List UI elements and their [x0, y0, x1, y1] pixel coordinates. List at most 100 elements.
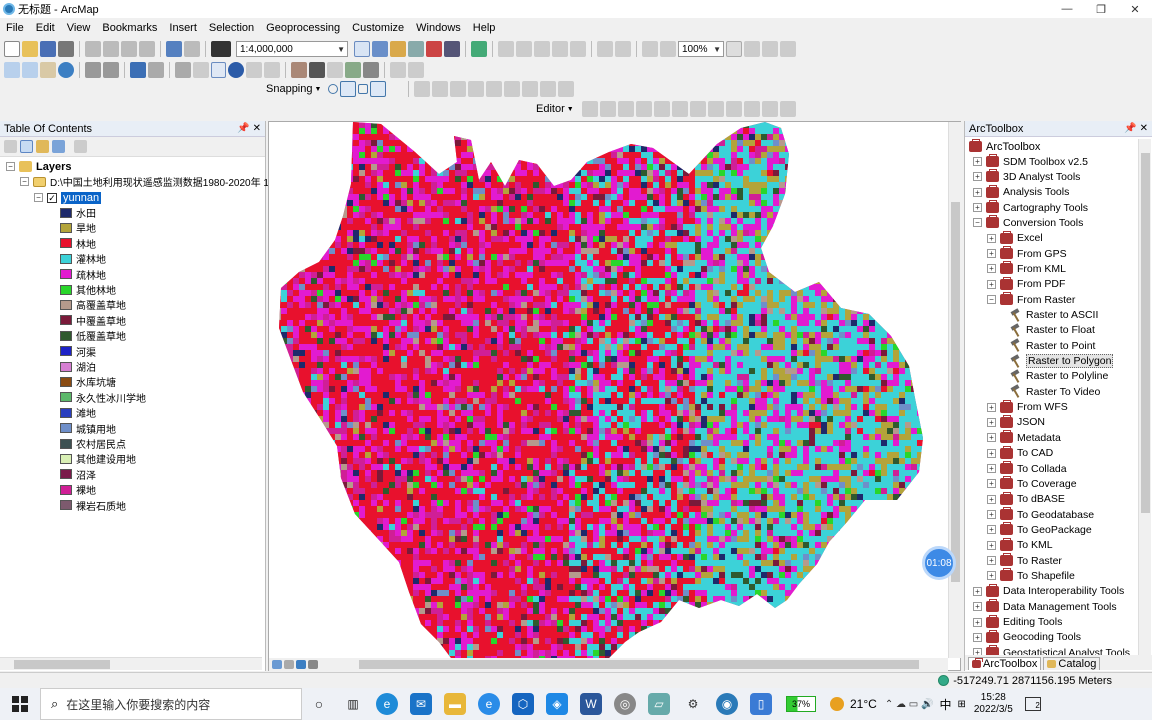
cut-icon[interactable]: [85, 41, 101, 57]
zoom-out-icon[interactable]: [21, 62, 38, 78]
model-builder-icon[interactable]: [471, 41, 487, 57]
battery-indicator[interactable]: 37%: [786, 696, 816, 712]
map-view[interactable]: 01:08: [268, 121, 961, 671]
clear-selection-icon[interactable]: [192, 62, 209, 78]
legend-swatch[interactable]: [60, 407, 72, 418]
layout-zoom-combo[interactable]: 100% ▼: [678, 41, 724, 57]
toolset-item[interactable]: − Conversion Tools: [973, 215, 1083, 230]
forward-extent-icon[interactable]: [660, 41, 676, 57]
legend-swatch[interactable]: [60, 376, 72, 387]
legend-item[interactable]: 旱地: [60, 220, 96, 235]
time-slider-icon[interactable]: [363, 62, 380, 78]
notification-center[interactable]: 2: [1024, 697, 1041, 711]
georef-icon-3[interactable]: [450, 81, 467, 97]
new-icon[interactable]: [4, 41, 20, 57]
expand-toggle[interactable]: +: [987, 448, 996, 458]
legend-item[interactable]: 农村居民点: [60, 436, 126, 451]
paste-icon[interactable]: [121, 41, 137, 57]
expand-toggle[interactable]: +: [987, 571, 996, 581]
sketch-props-icon[interactable]: [761, 101, 778, 117]
expand-toggle[interactable]: +: [987, 464, 996, 473]
legend-swatch[interactable]: [60, 423, 72, 434]
yunnan-layer[interactable]: − ✓ yunnan: [34, 190, 102, 205]
straight-segment-icon[interactable]: [617, 101, 634, 117]
toolset-item[interactable]: +3D Analyst Tools: [973, 169, 1080, 184]
menu-file[interactable]: File: [0, 22, 30, 34]
folder-node[interactable]: − D:\中国土地利用现状遥感监测数据1980-2020年 1k: [20, 174, 274, 189]
ime-icon[interactable]: ⊞: [957, 699, 965, 710]
menu-customize[interactable]: Customize: [346, 22, 410, 34]
create-viewer-icon[interactable]: [390, 62, 407, 78]
toc-close-icon[interactable]: ✕: [253, 123, 261, 134]
legend-swatch[interactable]: [60, 469, 72, 480]
tool-item[interactable]: Raster To Video: [1009, 384, 1100, 399]
legend-swatch[interactable]: [60, 330, 72, 341]
legend-item[interactable]: 低覆盖草地: [60, 328, 126, 343]
expand-toggle[interactable]: +: [987, 510, 996, 520]
georef-icon-9[interactable]: [558, 81, 575, 97]
ime-indicator[interactable]: 中: [939, 696, 951, 713]
identify-icon[interactable]: [228, 62, 245, 78]
expand-toggle[interactable]: +: [987, 479, 996, 489]
fixed-zoom-in-map-icon[interactable]: [84, 62, 101, 78]
fixed-zoom-in-icon[interactable]: [597, 41, 613, 57]
add-data-icon[interactable]: [211, 41, 231, 57]
rotate-icon[interactable]: [725, 101, 742, 117]
app2-icon[interactable]: ▱: [648, 693, 670, 715]
toc-horizontal-scrollbar[interactable]: [0, 657, 262, 670]
fixed-zoom-out-map-icon[interactable]: [102, 62, 119, 78]
edit-tool-icon[interactable]: [581, 101, 598, 117]
delete-icon[interactable]: [139, 41, 155, 57]
cortana-icon[interactable]: ○: [308, 693, 330, 715]
browser-icon[interactable]: e: [478, 693, 500, 715]
legend-item[interactable]: 裸岩石质地: [60, 498, 126, 513]
toolset-item[interactable]: − From Raster: [987, 292, 1075, 307]
expand-toggle[interactable]: −: [987, 295, 996, 305]
clock[interactable]: 15:28 2022/3/5: [974, 692, 1013, 716]
legend-swatch[interactable]: [60, 207, 72, 218]
layout-zoom-out-icon[interactable]: [516, 41, 532, 57]
end-snapping-icon[interactable]: [340, 81, 357, 97]
back-extent-icon[interactable]: [642, 41, 658, 57]
toolset-item[interactable]: + From GPS: [987, 246, 1067, 261]
legend-swatch[interactable]: [60, 392, 72, 403]
toolset-item[interactable]: + From WFS: [987, 399, 1068, 415]
tool-item[interactable]: Raster to ASCII: [1009, 308, 1098, 323]
pin-icon[interactable]: 📌: [1124, 123, 1136, 134]
go-forward-icon[interactable]: [147, 62, 164, 78]
legend-swatch[interactable]: [60, 222, 72, 233]
georef-icon-6[interactable]: [504, 81, 521, 97]
list-by-source-icon[interactable]: [20, 140, 33, 153]
attributes-icon[interactable]: [743, 101, 760, 117]
layout-view-tab-icon[interactable]: [284, 660, 294, 669]
store-icon[interactable]: ◈: [546, 693, 568, 715]
pin-icon[interactable]: 📌: [237, 123, 249, 134]
reshape-icon[interactable]: [671, 101, 688, 117]
arctoolbox-root[interactable]: ArcToolbox: [969, 139, 1040, 154]
toolset-item[interactable]: + To Raster: [987, 553, 1062, 568]
toolset-item[interactable]: + From KML: [987, 261, 1066, 276]
expand-toggle[interactable]: +: [987, 525, 996, 535]
toolset-item[interactable]: + JSON: [987, 414, 1045, 430]
legend-swatch[interactable]: [60, 346, 72, 357]
close-button[interactable]: ✕: [1118, 0, 1152, 18]
expand-toggle[interactable]: +: [987, 417, 996, 427]
expand-toggle[interactable]: +: [987, 264, 996, 274]
tab-catalog[interactable]: Catalog: [1043, 657, 1101, 670]
tray-icons[interactable]: ⌃ ☁ ▭ 🔊: [885, 699, 934, 710]
expand-toggle[interactable]: +: [987, 233, 996, 243]
georef-icon-2[interactable]: [432, 81, 449, 97]
list-by-visibility-icon[interactable]: [36, 140, 49, 153]
list-by-drawing-order-icon[interactable]: [4, 140, 17, 153]
legend-item[interactable]: 湖泊: [60, 359, 96, 374]
yunnan-raster-map[interactable]: [269, 122, 948, 658]
data-view-icon[interactable]: [272, 660, 282, 669]
app-icon[interactable]: ⬡: [512, 693, 534, 715]
refresh-icon[interactable]: [296, 660, 306, 669]
toolset-item[interactable]: + To CAD: [987, 445, 1053, 461]
toolset-item[interactable]: + To Geodatabase: [987, 507, 1094, 522]
full-extent-icon[interactable]: [57, 62, 74, 78]
search-window-icon[interactable]: [408, 41, 424, 57]
arctoolbox-close-icon[interactable]: ✕: [1140, 123, 1148, 134]
toolset-item[interactable]: + To Shapefile: [987, 568, 1075, 583]
